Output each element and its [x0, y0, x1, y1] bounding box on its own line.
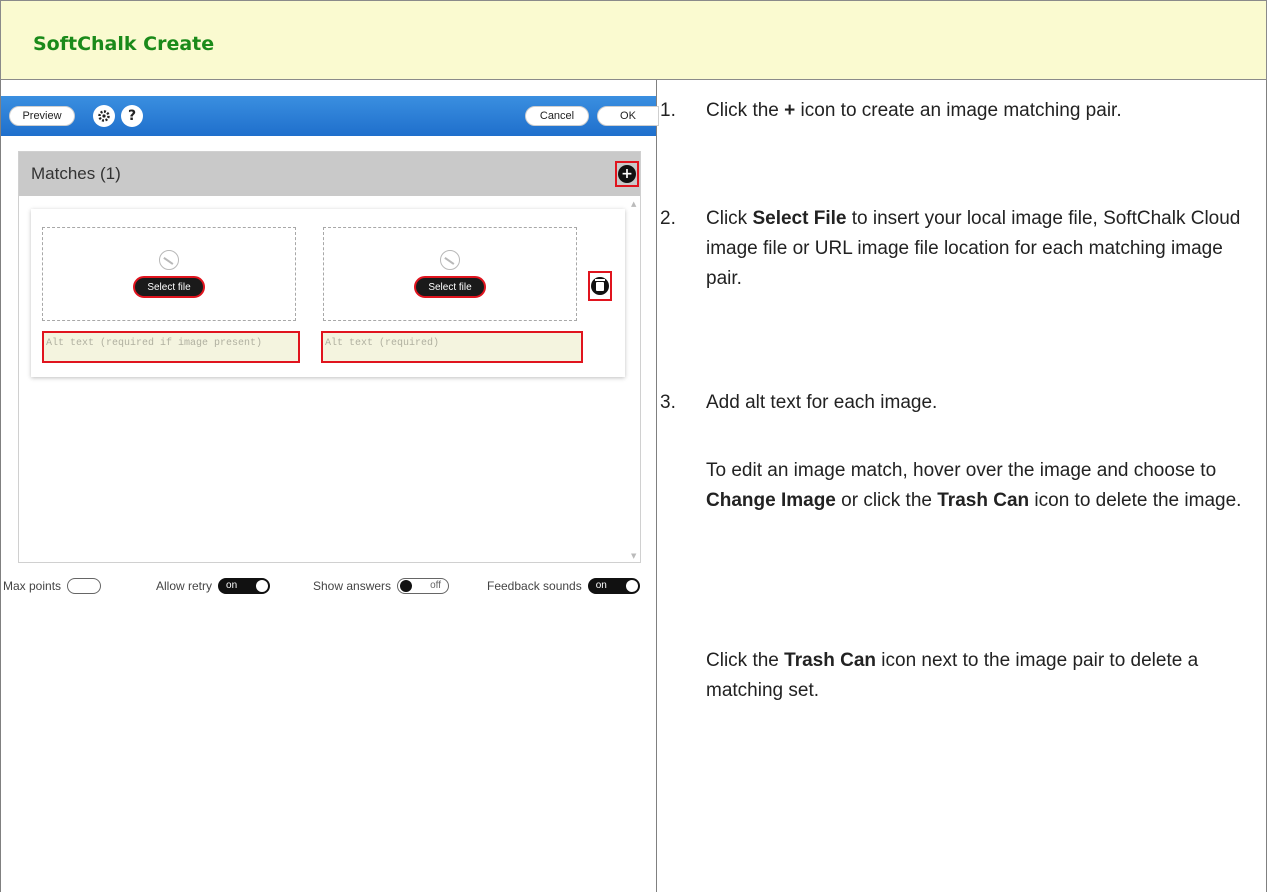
settings-row: Max points Allow retry on Show answers o…	[1, 574, 656, 602]
step-text-part: icon to create an image matching pair.	[795, 100, 1122, 121]
max-points-label: Max points	[3, 579, 62, 593]
trash-glyph	[595, 278, 605, 291]
preview-button[interactable]: Preview	[9, 106, 75, 126]
note-text-part: icon to delete the image.	[1029, 490, 1242, 511]
step-number: 2.	[660, 208, 676, 229]
delete-pair-highlight	[588, 271, 612, 301]
feedback-sounds-state: on	[595, 580, 607, 591]
feedback-sounds-setting: Feedback sounds on	[487, 578, 640, 594]
cancel-button[interactable]: Cancel	[525, 106, 589, 126]
scroll-up-arrow[interactable]: ▲	[631, 200, 636, 208]
matches-header: Matches (1) +	[19, 152, 640, 196]
add-match-button[interactable]: +	[618, 165, 636, 183]
add-match-highlight: +	[615, 161, 639, 187]
image-drop-zone-left[interactable]: Select file	[42, 227, 296, 321]
show-answers-setting: Show answers off	[313, 578, 450, 594]
editor-toolbar: Preview ? Cancel OK	[1, 96, 659, 136]
alt-text-field-right[interactable]: Alt text (required)	[321, 331, 583, 363]
delete-note: Click the Trash Can icon next to the ima…	[706, 646, 1256, 706]
max-points-input[interactable]	[67, 578, 102, 594]
step-text: Add alt text for each image.	[706, 392, 938, 413]
page-title: SoftChalk Create	[33, 33, 215, 55]
document-header: SoftChalk Create	[0, 0, 1267, 80]
step-text: Click Select File to insert your local i…	[706, 204, 1246, 294]
help-icon[interactable]: ?	[121, 105, 143, 127]
gear-icon[interactable]	[93, 105, 115, 127]
match-pair-card: Select file Select file Alt text (requir…	[31, 209, 625, 377]
toggle-knob	[400, 580, 413, 592]
ok-button[interactable]: OK	[597, 106, 659, 126]
feedback-sounds-label: Feedback sounds	[487, 579, 582, 593]
image-placeholder-icon	[159, 250, 179, 270]
step-number: 1.	[660, 100, 676, 121]
step-text: Click the + icon to create an image matc…	[706, 96, 1246, 126]
note-text-part: or click the	[835, 490, 938, 511]
select-file-button-left[interactable]: Select file	[133, 276, 205, 298]
editor-screenshot: Preview ? Cancel OK Matches (1) + Select…	[1, 96, 659, 636]
scrollbar[interactable]: ▲ ▼	[630, 200, 638, 560]
show-answers-toggle[interactable]: off	[397, 578, 450, 594]
show-answers-label: Show answers	[313, 579, 392, 593]
matches-title: Matches (1)	[31, 164, 121, 183]
matches-panel: Matches (1) + Select file Select file Al…	[18, 151, 641, 563]
allow-retry-label: Allow retry	[156, 579, 213, 593]
bold-term: Select File	[752, 208, 847, 229]
scroll-down-arrow[interactable]: ▼	[631, 552, 636, 560]
trash-icon[interactable]	[591, 277, 609, 295]
bold-term: Trash Can	[784, 650, 877, 671]
gear-glyph	[98, 110, 110, 122]
max-points-setting: Max points	[3, 578, 102, 594]
step-number: 3.	[660, 392, 676, 413]
select-file-button-right[interactable]: Select file	[414, 276, 486, 298]
toggle-knob	[625, 580, 638, 592]
bold-term: Trash Can	[937, 490, 1030, 511]
toggle-knob	[256, 580, 269, 592]
column-divider	[656, 80, 657, 892]
allow-retry-state: on	[226, 580, 238, 591]
allow-retry-toggle[interactable]: on	[218, 578, 271, 594]
alt-text-field-left[interactable]: Alt text (required if image present)	[42, 331, 300, 363]
feedback-sounds-toggle[interactable]: on	[587, 578, 640, 594]
plus-symbol: +	[784, 100, 796, 121]
note-text-part: Click the	[706, 650, 785, 671]
bold-term: Change Image	[706, 490, 836, 511]
show-answers-state: off	[430, 580, 442, 591]
edit-note: To edit an image match, hover over the i…	[706, 456, 1256, 516]
step-text-part: Click	[706, 208, 753, 229]
allow-retry-setting: Allow retry on	[156, 578, 271, 594]
note-text-part: To edit an image match, hover over the i…	[706, 460, 1217, 481]
step-text-part: Click the	[706, 100, 785, 121]
image-placeholder-icon	[440, 250, 460, 270]
image-drop-zone-right[interactable]: Select file	[323, 227, 577, 321]
